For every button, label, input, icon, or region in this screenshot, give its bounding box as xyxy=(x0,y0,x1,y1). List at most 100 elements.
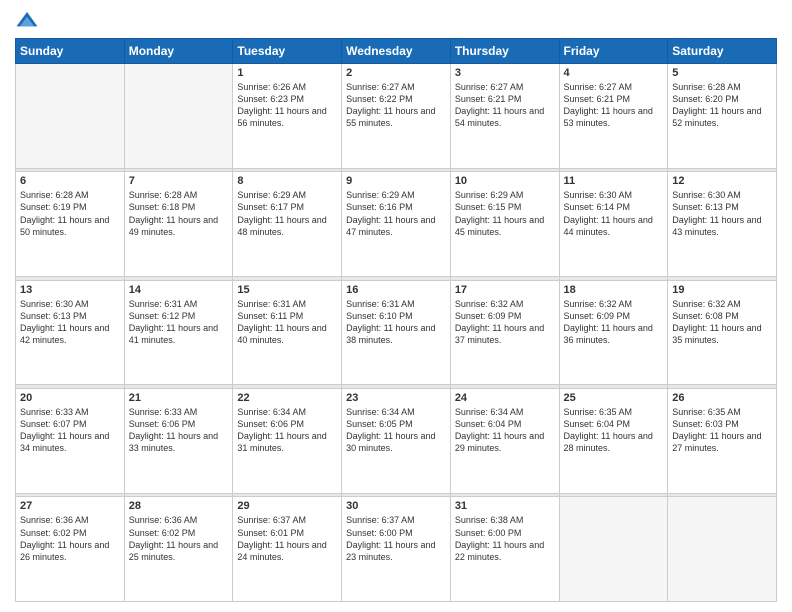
day-number: 5 xyxy=(672,67,772,79)
calendar-cell: 30 Sunrise: 6:37 AM Sunset: 6:00 PM Dayli… xyxy=(342,497,451,602)
cell-info: Sunrise: 6:32 AM Sunset: 6:09 PM Dayligh… xyxy=(455,299,544,345)
day-number: 29 xyxy=(237,500,337,512)
calendar-cell: 3Sunrise: 6:27 AM Sunset: 6:21 PM Daylig… xyxy=(450,64,559,169)
cell-info: Sunrise: 6:27 AM Sunset: 6:22 PM Dayligh… xyxy=(346,82,435,128)
cell-info: Sunrise: 6:33 AM Sunset: 6:07 PM Dayligh… xyxy=(20,407,109,453)
day-number: 25 xyxy=(564,392,664,404)
day-number: 22 xyxy=(237,392,337,404)
day-number: 12 xyxy=(672,175,772,187)
calendar-cell: 9Sunrise: 6:29 AM Sunset: 6:16 PM Daylig… xyxy=(342,172,451,277)
weekday-header-tuesday: Tuesday xyxy=(233,39,342,64)
day-number: 16 xyxy=(346,284,446,296)
day-number: 31 xyxy=(455,500,555,512)
cell-info: Sunrise: 6:33 AM Sunset: 6:06 PM Dayligh… xyxy=(129,407,218,453)
day-number: 17 xyxy=(455,284,555,296)
cell-info: Sunrise: 6:36 AM Sunset: 6:02 PM Dayligh… xyxy=(129,515,218,561)
calendar-cell xyxy=(668,497,777,602)
day-number: 27 xyxy=(20,500,120,512)
day-number: 26 xyxy=(672,392,772,404)
day-number: 18 xyxy=(564,284,664,296)
calendar-cell: 17 Sunrise: 6:32 AM Sunset: 6:09 PM Dayli… xyxy=(450,280,559,385)
day-number: 24 xyxy=(455,392,555,404)
cell-info: Sunrise: 6:31 AM Sunset: 6:10 PM Dayligh… xyxy=(346,299,435,345)
calendar-cell: 14 Sunrise: 6:31 AM Sunset: 6:12 PM Dayli… xyxy=(124,280,233,385)
calendar-cell: 16 Sunrise: 6:31 AM Sunset: 6:10 PM Dayli… xyxy=(342,280,451,385)
cell-info: Sunrise: 6:28 AM Sunset: 6:18 PM Dayligh… xyxy=(129,190,218,236)
calendar-cell: 23Sunrise: 6:34 AM Sunset: 6:05 PM Dayli… xyxy=(342,389,451,494)
cell-info: Sunrise: 6:36 AM Sunset: 6:02 PM Dayligh… xyxy=(20,515,109,561)
calendar-cell: 24 Sunrise: 6:34 AM Sunset: 6:04 PM Dayli… xyxy=(450,389,559,494)
calendar-cell: 26 Sunrise: 6:35 AM Sunset: 6:03 PM Dayli… xyxy=(668,389,777,494)
calendar-cell: 4Sunrise: 6:27 AM Sunset: 6:21 PM Daylig… xyxy=(559,64,668,169)
cell-info: Sunrise: 6:29 AM Sunset: 6:17 PM Dayligh… xyxy=(237,190,326,236)
day-number: 3 xyxy=(455,67,555,79)
day-number: 15 xyxy=(237,284,337,296)
calendar-cell: 15 Sunrise: 6:31 AM Sunset: 6:11 PM Dayli… xyxy=(233,280,342,385)
cell-info: Sunrise: 6:31 AM Sunset: 6:12 PM Dayligh… xyxy=(129,299,218,345)
cell-info: Sunrise: 6:38 AM Sunset: 6:00 PM Dayligh… xyxy=(455,515,544,561)
day-number: 20 xyxy=(20,392,120,404)
weekday-header-thursday: Thursday xyxy=(450,39,559,64)
cell-info: Sunrise: 6:28 AM Sunset: 6:20 PM Dayligh… xyxy=(672,82,761,128)
cell-info: Sunrise: 6:31 AM Sunset: 6:11 PM Dayligh… xyxy=(237,299,326,345)
calendar-cell: 7 Sunrise: 6:28 AM Sunset: 6:18 PM Daylig… xyxy=(124,172,233,277)
day-number: 23 xyxy=(346,392,446,404)
calendar-cell: 27 Sunrise: 6:36 AM Sunset: 6:02 PM Dayli… xyxy=(16,497,125,602)
day-number: 14 xyxy=(129,284,229,296)
day-number: 30 xyxy=(346,500,446,512)
cell-info: Sunrise: 6:37 AM Sunset: 6:01 PM Dayligh… xyxy=(237,515,326,561)
cell-info: Sunrise: 6:30 AM Sunset: 6:13 PM Dayligh… xyxy=(672,190,761,236)
day-number: 11 xyxy=(564,175,664,187)
day-number: 1 xyxy=(237,67,337,79)
calendar-cell: 12 Sunrise: 6:30 AM Sunset: 6:13 PM Dayli… xyxy=(668,172,777,277)
weekday-header-sunday: Sunday xyxy=(16,39,125,64)
calendar-cell: 1 Sunrise: 6:26 AM Sunset: 6:23 PM Daylig… xyxy=(233,64,342,169)
calendar-cell: 10Sunrise: 6:29 AM Sunset: 6:15 PM Dayli… xyxy=(450,172,559,277)
logo xyxy=(15,10,43,30)
day-number: 13 xyxy=(20,284,120,296)
logo-icon xyxy=(15,10,39,30)
calendar-cell: 6 Sunrise: 6:28 AM Sunset: 6:19 PM Daylig… xyxy=(16,172,125,277)
calendar-cell xyxy=(559,497,668,602)
week-row-5: 27 Sunrise: 6:36 AM Sunset: 6:02 PM Dayli… xyxy=(16,497,777,602)
day-number: 2 xyxy=(346,67,446,79)
calendar-table: SundayMondayTuesdayWednesdayThursdayFrid… xyxy=(15,38,777,602)
calendar-cell: 2 Sunrise: 6:27 AM Sunset: 6:22 PM Daylig… xyxy=(342,64,451,169)
cell-info: Sunrise: 6:29 AM Sunset: 6:15 PM Dayligh… xyxy=(455,190,544,236)
day-number: 28 xyxy=(129,500,229,512)
day-number: 21 xyxy=(129,392,229,404)
calendar-header-row: SundayMondayTuesdayWednesdayThursdayFrid… xyxy=(16,39,777,64)
day-number: 19 xyxy=(672,284,772,296)
day-number: 6 xyxy=(20,175,120,187)
calendar-cell: 5 Sunrise: 6:28 AM Sunset: 6:20 PM Daylig… xyxy=(668,64,777,169)
calendar-cell: 8 Sunrise: 6:29 AM Sunset: 6:17 PM Daylig… xyxy=(233,172,342,277)
calendar-cell: 21 Sunrise: 6:33 AM Sunset: 6:06 PM Dayli… xyxy=(124,389,233,494)
week-row-3: 13Sunrise: 6:30 AM Sunset: 6:13 PM Dayli… xyxy=(16,280,777,385)
calendar-cell: 29 Sunrise: 6:37 AM Sunset: 6:01 PM Dayli… xyxy=(233,497,342,602)
cell-info: Sunrise: 6:29 AM Sunset: 6:16 PM Dayligh… xyxy=(346,190,435,236)
day-number: 7 xyxy=(129,175,229,187)
day-number: 8 xyxy=(237,175,337,187)
cell-info: Sunrise: 6:37 AM Sunset: 6:00 PM Dayligh… xyxy=(346,515,435,561)
cell-info: Sunrise: 6:30 AM Sunset: 6:14 PM Dayligh… xyxy=(564,190,653,236)
cell-info: Sunrise: 6:34 AM Sunset: 6:04 PM Dayligh… xyxy=(455,407,544,453)
weekday-header-friday: Friday xyxy=(559,39,668,64)
calendar-cell: 11 Sunrise: 6:30 AM Sunset: 6:14 PM Dayli… xyxy=(559,172,668,277)
cell-info: Sunrise: 6:26 AM Sunset: 6:23 PM Dayligh… xyxy=(237,82,326,128)
cell-info: Sunrise: 6:32 AM Sunset: 6:09 PM Dayligh… xyxy=(564,299,653,345)
calendar-cell: 25Sunrise: 6:35 AM Sunset: 6:04 PM Dayli… xyxy=(559,389,668,494)
calendar-cell xyxy=(16,64,125,169)
calendar-cell: 22Sunrise: 6:34 AM Sunset: 6:06 PM Dayli… xyxy=(233,389,342,494)
cell-info: Sunrise: 6:32 AM Sunset: 6:08 PM Dayligh… xyxy=(672,299,761,345)
cell-info: Sunrise: 6:35 AM Sunset: 6:03 PM Dayligh… xyxy=(672,407,761,453)
cell-info: Sunrise: 6:28 AM Sunset: 6:19 PM Dayligh… xyxy=(20,190,109,236)
calendar-cell: 18 Sunrise: 6:32 AM Sunset: 6:09 PM Dayli… xyxy=(559,280,668,385)
weekday-header-saturday: Saturday xyxy=(668,39,777,64)
calendar-cell: 28 Sunrise: 6:36 AM Sunset: 6:02 PM Dayli… xyxy=(124,497,233,602)
weekday-header-wednesday: Wednesday xyxy=(342,39,451,64)
calendar-cell: 31 Sunrise: 6:38 AM Sunset: 6:00 PM Dayli… xyxy=(450,497,559,602)
week-row-4: 20 Sunrise: 6:33 AM Sunset: 6:07 PM Dayli… xyxy=(16,389,777,494)
day-number: 4 xyxy=(564,67,664,79)
calendar-cell xyxy=(124,64,233,169)
calendar-cell: 20 Sunrise: 6:33 AM Sunset: 6:07 PM Dayli… xyxy=(16,389,125,494)
